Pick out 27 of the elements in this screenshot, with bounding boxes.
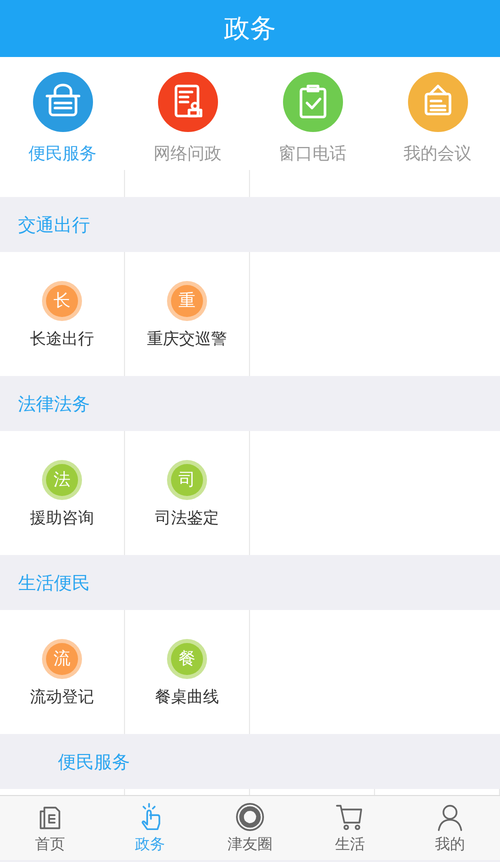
tab[interactable]: 津友圈	[200, 796, 300, 860]
glyph-badge: 重	[171, 284, 203, 316]
shutter-icon	[235, 802, 265, 832]
cart-icon	[335, 802, 365, 832]
service-tile[interactable]: 法 援助咨询	[0, 431, 125, 555]
service-tile[interactable]: 重 重庆交巡警	[125, 252, 250, 376]
service-tile[interactable]: 司 司法鉴定	[125, 431, 250, 555]
glyph-badge: 司	[171, 464, 203, 496]
tab[interactable]: 生活	[300, 796, 400, 860]
glyph-badge: 流	[46, 642, 78, 674]
tab[interactable]: 首页	[0, 796, 100, 860]
tab[interactable]: 我的	[400, 796, 500, 860]
section-title: 交通出行	[18, 214, 90, 236]
page-title: 政务	[224, 13, 276, 46]
service-tile[interactable]: 餐 餐桌曲线	[125, 610, 250, 734]
glyph-badge: 餐	[171, 642, 203, 674]
section-title: 便民服务	[58, 750, 130, 774]
service-tile[interactable]: 长 长途出行	[0, 252, 125, 376]
service-item[interactable]: 我的会议	[375, 57, 500, 170]
service-item[interactable]: 网络问政	[125, 57, 250, 170]
service-tile[interactable]: 流 流动登记	[0, 610, 125, 734]
glyph-badge: 法	[46, 464, 78, 496]
glyph-badge: 长	[46, 284, 78, 316]
service-item[interactable]: 窗口电话	[250, 57, 375, 170]
person-icon	[435, 802, 465, 832]
section-title: 法律法务	[18, 392, 90, 416]
section-title: 生活便民	[18, 572, 90, 594]
